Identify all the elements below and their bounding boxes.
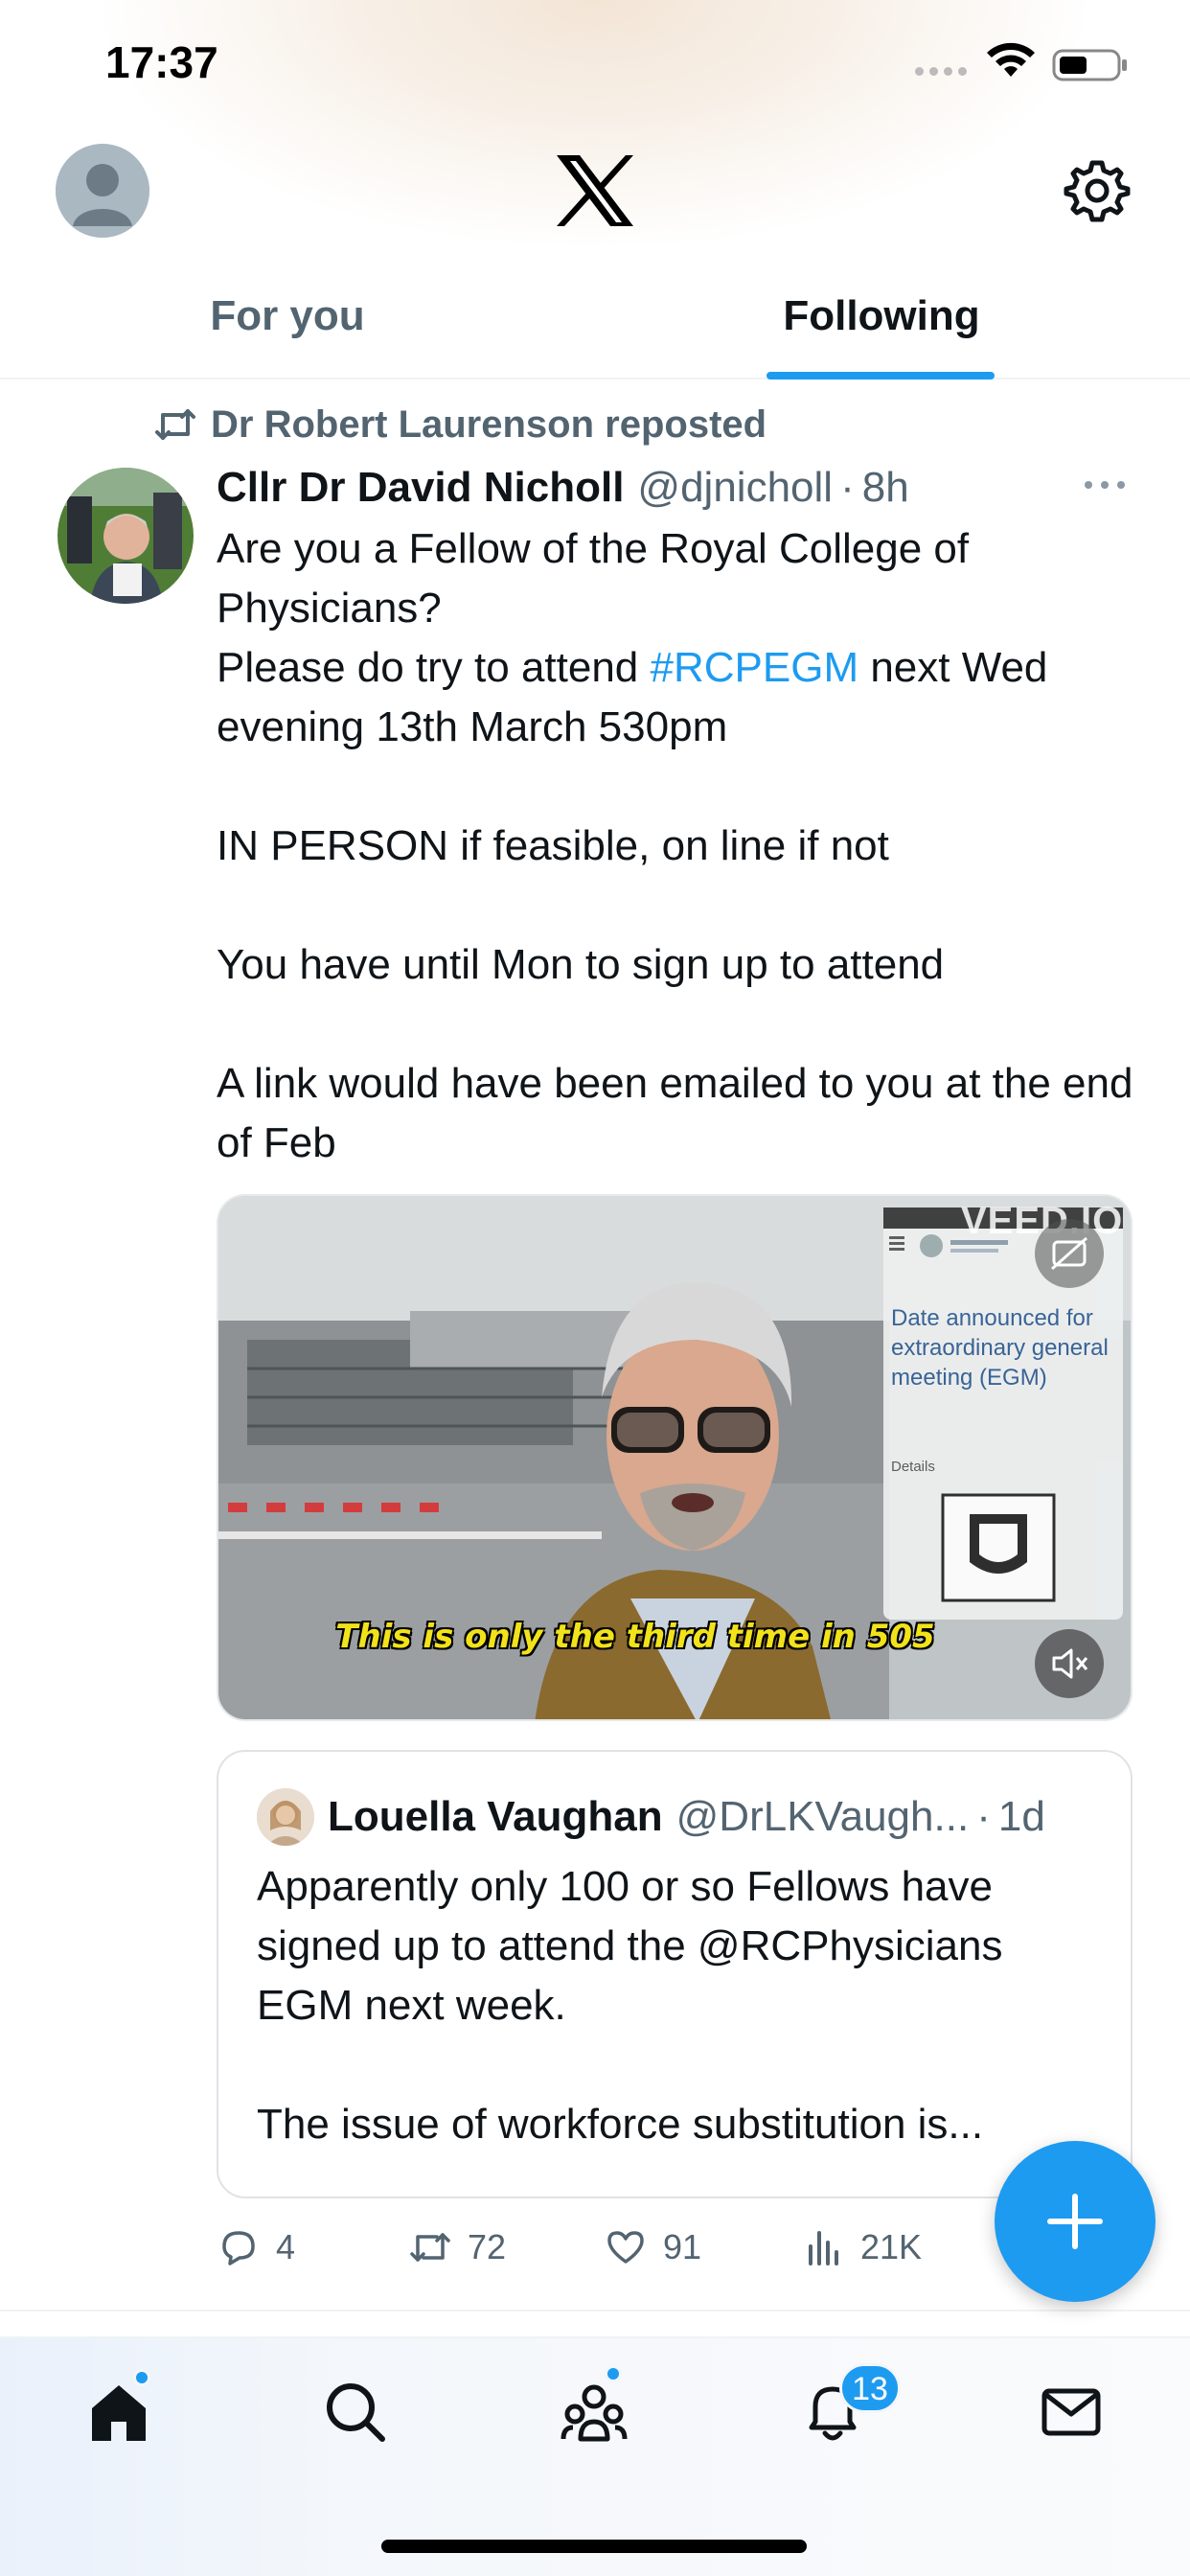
repost-icon: [410, 2233, 450, 2262]
x-logo-icon[interactable]: [555, 153, 635, 228]
author-photo: [57, 468, 194, 604]
tweet-header: Cllr Dr David Nicholl @djnicholl · 8h: [217, 458, 909, 518]
quote-time: 1d: [997, 1793, 1045, 1840]
settings-gear-icon[interactable]: [1064, 157, 1131, 224]
active-tab-indicator: [767, 372, 995, 380]
reply-icon: [222, 2231, 255, 2266]
new-posts-dot: [133, 2369, 150, 2386]
quote-text-line: Apparently only 100 or so Fellows have: [257, 1863, 993, 1910]
like-count: 91: [663, 2227, 702, 2266]
author-name[interactable]: Cllr Dr David Nicholl: [217, 464, 624, 512]
quote-author-avatar: [257, 1788, 314, 1846]
nav-search[interactable]: [312, 2369, 399, 2455]
like-button[interactable]: 91: [604, 2214, 701, 2281]
wifi-icon: [987, 42, 1035, 77]
quote-author-handle: @DrLKVaugh...: [675, 1793, 970, 1840]
quote-text-line: The issue of workforce substitution is..…: [257, 2101, 984, 2148]
captions-button[interactable]: [1035, 1219, 1104, 1288]
battery-icon: [1052, 49, 1127, 81]
crest-icon: [941, 1493, 1056, 1602]
tweet-text-line: IN PERSON if feasible, on line if not: [217, 822, 889, 869]
video-player[interactable]: Date announced for extraordinary general…: [217, 1194, 1133, 1721]
repost-count: 72: [468, 2227, 507, 2266]
speaker-muted-icon: [1052, 1648, 1088, 1679]
views-button[interactable]: 21K: [801, 2214, 922, 2281]
reply-button[interactable]: 4: [217, 2214, 295, 2281]
home-icon: [92, 2385, 146, 2441]
view-count: 21K: [860, 2227, 923, 2266]
tweet-text-line: Please do try to attend #RCPEGM next Wed…: [217, 638, 1156, 757]
author-avatar[interactable]: [57, 468, 194, 604]
profile-avatar-button[interactable]: [56, 144, 149, 238]
tweet-time: 8h: [861, 464, 909, 511]
repost-label: Dr Robert Laurenson reposted: [211, 402, 767, 446]
repost-context: Dr Robert Laurenson reposted: [153, 401, 767, 448]
views-chart-icon: [809, 2231, 838, 2266]
bottom-navigation: 13: [0, 2336, 1190, 2576]
app-header: [0, 125, 1190, 268]
quote-body: Apparently only 100 or so Fellows have s…: [257, 1857, 1110, 2154]
captions-icon: [1051, 1236, 1087, 1271]
tweet-text-segment: Please do try to attend: [217, 644, 651, 691]
tweet-text-line: Are you a Fellow of the Royal College of…: [217, 525, 970, 632]
nav-home[interactable]: [76, 2369, 162, 2455]
tweet-text-line: You have until Mon to sign up to attend: [217, 941, 945, 988]
tweet-body: Are you a Fellow of the Royal College of…: [217, 519, 1156, 1173]
tweet[interactable]: Dr Robert Laurenson reposted Cllr Dr Dav…: [0, 381, 1190, 2312]
quote-text-line: signed up to attend the @RCPhysicians: [257, 1922, 1003, 1969]
search-icon: [327, 2383, 385, 2442]
more-options-icon[interactable]: [1083, 475, 1127, 494]
timeline-tabs: For you Following: [0, 278, 1190, 380]
separator: ·: [976, 1793, 991, 1840]
reply-count: 4: [276, 2227, 296, 2266]
author-handle[interactable]: @djnicholl: [637, 464, 833, 512]
nav-communities[interactable]: [551, 2365, 637, 2455]
overlay-detail: Details: [891, 1459, 935, 1475]
home-indicator: [381, 2540, 807, 2553]
tweet-text-line: A link would have been emailed to you at…: [217, 1060, 1133, 1166]
mail-icon: [1041, 2388, 1101, 2436]
overlay-title: Date announced for extraordinary general…: [891, 1305, 1109, 1391]
quoted-tweet[interactable]: Louella Vaughan @DrLKVaugh... · 1d Appar…: [217, 1750, 1133, 2198]
quote-author-photo: [257, 1788, 314, 1846]
nav-notifications[interactable]: 13: [790, 2363, 901, 2455]
repost-button[interactable]: 72: [408, 2214, 506, 2281]
signal-icon: [915, 67, 967, 76]
status-bar: 17:37: [0, 0, 1190, 125]
communities-icon: [561, 2384, 628, 2442]
plus-icon: [1047, 2194, 1103, 2249]
tab-following[interactable]: Following: [719, 278, 1044, 380]
video-caption: This is only the third time in 505: [335, 1618, 935, 1656]
compose-button[interactable]: [995, 2141, 1156, 2302]
separator: ·: [840, 464, 855, 511]
notifications-badge: 13: [839, 2363, 901, 2413]
quote-header: Louella Vaughan @DrLKVaugh... · 1d: [257, 1788, 1045, 1846]
tab-for-you[interactable]: For you: [134, 278, 441, 380]
status-time: 17:37: [105, 37, 218, 87]
quote-author-name: Louella Vaughan: [328, 1793, 663, 1840]
hashtag-link[interactable]: #RCPEGM: [651, 644, 859, 691]
mute-button[interactable]: [1035, 1629, 1104, 1698]
quote-text-line: EGM next week.: [257, 1982, 566, 2029]
nav-messages[interactable]: [1028, 2369, 1114, 2455]
user-icon: [56, 144, 149, 238]
heart-icon: [607, 2231, 644, 2264]
repost-icon: [155, 409, 195, 440]
communities-dot: [605, 2365, 622, 2382]
